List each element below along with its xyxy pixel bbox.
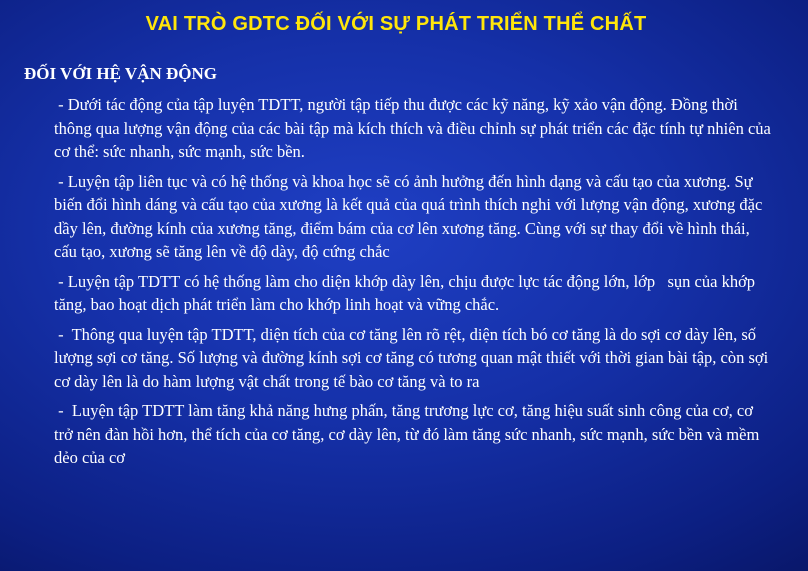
paragraph-joints: - Luyện tập TDTT có hệ thống làm cho diệ…: [54, 271, 760, 315]
slide-title: VAI TRÒ GDTC ĐỐI VỚI SỰ PHÁT TRIỂN THỂ C…: [145, 13, 647, 35]
paragraph-muscle-fibers: - Thông qua luyện tập TDTT, diện tích củ…: [54, 324, 773, 391]
slide: VAI TRÒ GDTC ĐỐI VỚI SỰ PHÁT TRIỂN THỂ C…: [0, 0, 808, 571]
paragraph-muscle-function: - Luyện tập TDTT làm tăng khả năng hưng …: [54, 401, 764, 467]
section-heading: ĐỐI VỚI HỆ VẬN ĐỘNG: [24, 64, 218, 83]
slide-body: - Dưới tác động của tập luyện TDTT, ngườ…: [54, 93, 774, 476]
paragraph-bones: - Luyện tập liên tục và có hệ thống và k…: [54, 171, 767, 262]
paragraph-skills: - Dưới tác động của tập luyện TDTT, ngườ…: [54, 95, 775, 161]
